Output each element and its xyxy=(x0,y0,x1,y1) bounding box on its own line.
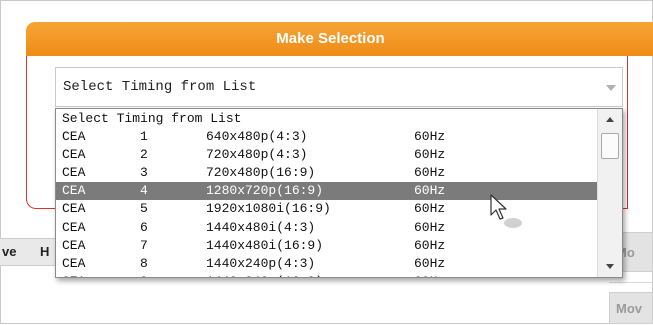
list-item[interactable]: CEA 2 720x480p(4:3) 60Hz xyxy=(56,146,597,164)
option-number: 3 xyxy=(140,165,148,181)
list-item[interactable]: CEA 1 640x480p(4:3) 60Hz xyxy=(56,128,597,146)
scroll-up-arrow-icon[interactable] xyxy=(606,117,614,122)
option-resolution: 1440x480i(4:3) xyxy=(206,219,316,235)
option-resolution: 720x480p(4:3) xyxy=(206,147,308,163)
option-resolution: 1280x720p(16:9) xyxy=(206,183,324,199)
list-item[interactable]: CEA 9 1440x240p(16:9) 60Hz xyxy=(56,273,597,277)
list-item[interactable]: CEA 7 1440x480i(16:9) 60Hz xyxy=(56,237,597,255)
option-label: Select Timing from List xyxy=(62,111,242,126)
option-standard: CEA xyxy=(62,273,85,277)
option-number: 1 xyxy=(140,129,148,145)
list-item[interactable]: CEA 3 720x480p(16:9) 60Hz xyxy=(56,164,597,182)
list-item[interactable]: CEA 8 1440x240p(4:3) 60Hz xyxy=(56,255,597,273)
option-standard: CEA xyxy=(62,165,86,181)
option-refresh-rate: 60Hz xyxy=(414,165,446,181)
timing-select[interactable]: Select Timing from List xyxy=(55,67,623,107)
option-number: 7 xyxy=(140,237,148,253)
option-resolution: 1440x240p(16:9) xyxy=(206,273,323,277)
option-resolution: 1920x1080i(16:9) xyxy=(206,201,331,217)
option-standard: CEA xyxy=(62,255,86,271)
option-resolution: 640x480p(4:3) xyxy=(206,129,308,145)
scroll-thumb[interactable] xyxy=(601,133,619,159)
option-resolution: 720x480p(16:9) xyxy=(206,165,316,181)
panel-title: Make Selection xyxy=(26,22,653,56)
option-standard: CEA xyxy=(62,237,86,253)
mouse-pointer-icon xyxy=(490,194,522,228)
option-refresh-rate: 60Hz xyxy=(414,273,445,277)
option-standard: CEA xyxy=(62,147,86,163)
option-refresh-rate: 60Hz xyxy=(414,147,446,163)
option-number: 8 xyxy=(140,255,148,271)
scrollbar[interactable] xyxy=(597,109,622,277)
option-standard: CEA xyxy=(62,129,86,145)
option-standard: CEA xyxy=(62,219,86,235)
column-header-fragment: ve xyxy=(2,244,17,259)
column-header-fragment: H xyxy=(40,244,50,259)
option-resolution: 1440x240p(4:3) xyxy=(206,255,316,271)
timing-select-value: Select Timing from List xyxy=(63,79,257,95)
option-refresh-rate: 60Hz xyxy=(414,183,446,199)
divider xyxy=(609,282,653,283)
option-number: 2 xyxy=(140,147,148,163)
list-item-placeholder[interactable]: Select Timing from List xyxy=(56,110,597,128)
option-refresh-rate: 60Hz xyxy=(414,201,446,217)
chevron-down-icon[interactable] xyxy=(606,85,616,91)
option-refresh-rate: 60Hz xyxy=(414,129,446,145)
option-resolution: 1440x480i(16:9) xyxy=(206,237,324,253)
option-standard: CEA xyxy=(62,201,86,217)
background-table-header: ve H xyxy=(0,238,60,266)
option-refresh-rate: 60Hz xyxy=(414,237,446,253)
scroll-down-arrow-icon[interactable] xyxy=(606,264,614,269)
move-button[interactable]: Mov xyxy=(609,292,653,324)
option-number: 6 xyxy=(140,219,148,235)
option-refresh-rate: 60Hz xyxy=(414,255,446,271)
option-refresh-rate: 60Hz xyxy=(414,219,446,235)
option-standard: CEA xyxy=(62,183,86,199)
option-number: 5 xyxy=(140,201,148,217)
option-number: 9 xyxy=(140,273,148,277)
timing-dropdown-list[interactable]: Select Timing from List CEA 1 640x480p(4:3… xyxy=(55,108,623,278)
option-number: 4 xyxy=(140,183,148,199)
